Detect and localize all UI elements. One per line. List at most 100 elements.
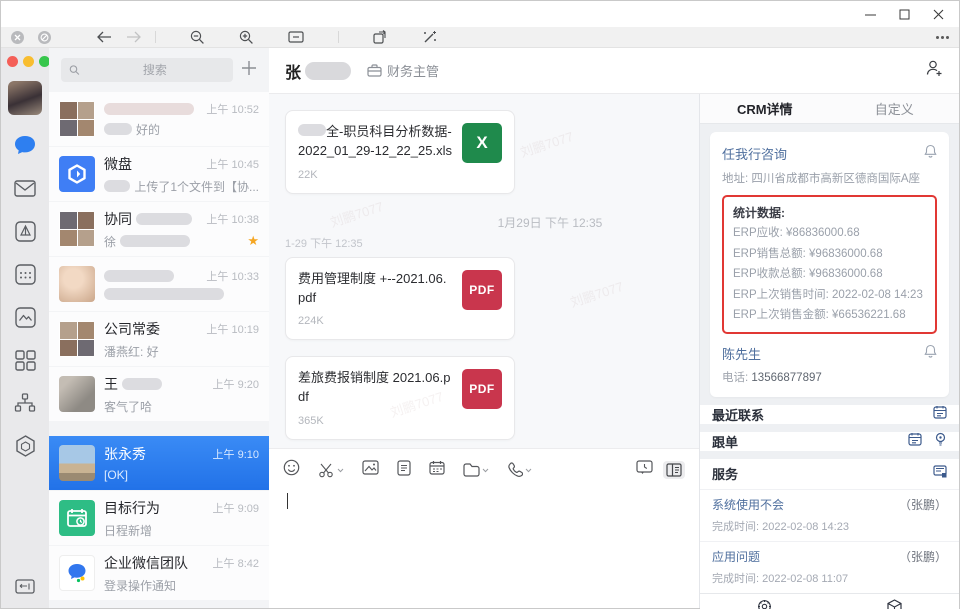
stats-highlight-box: 统计数据: ERP应收: ¥86836000.68 ERP销售总额: ¥9683…	[722, 195, 937, 334]
service-item[interactable]: 系统使用不会（张鹏） 完成时间: 2022-02-08 14:23	[700, 489, 959, 541]
chat-name: 王	[104, 374, 118, 394]
file-message-xls[interactable]: 全-职员科目分析数据-2022_01_29-12_22_25.xls 22K X	[285, 110, 515, 194]
calendar-note-icon[interactable]	[908, 432, 922, 451]
calendar-icon[interactable]	[429, 460, 445, 480]
company-link[interactable]: 任我行咨询	[722, 144, 787, 163]
my-avatar[interactable]	[8, 81, 42, 115]
file-size: 365K	[298, 415, 452, 427]
file-icon[interactable]	[397, 460, 411, 481]
redacted-filename-prefix	[298, 124, 326, 136]
chat-name: 张永秀	[104, 444, 146, 464]
fit-width-icon[interactable]	[288, 31, 304, 43]
add-chat-button[interactable]	[241, 60, 257, 81]
customer-card: 任我行咨询 地址: 四川省成都市高新区德商国际A座 统计数据: ERP应收: ¥…	[710, 132, 949, 397]
image-icon[interactable]	[362, 460, 379, 480]
block-icon[interactable]	[38, 31, 51, 44]
stat-line: ERP收款总额: ¥96836000.68	[733, 264, 926, 285]
chat-history-icon[interactable]	[636, 460, 653, 480]
pdf-file-icon: PDF	[462, 369, 502, 409]
idea-bulb-icon[interactable]	[934, 432, 947, 451]
forward-icon[interactable]	[126, 31, 141, 43]
left-rail	[1, 48, 49, 608]
chat-header: 张 财务主管	[269, 48, 959, 94]
keyboard-login-icon[interactable]	[13, 574, 37, 598]
docs-icon[interactable]	[13, 219, 37, 243]
close-viewer-icon[interactable]	[11, 31, 24, 44]
close-button[interactable]	[923, 4, 953, 24]
list-item[interactable]: 企业微信团队上午 8:42 登录操作通知	[49, 546, 269, 600]
emoji-icon[interactable]	[283, 459, 300, 481]
chat-icon[interactable]	[13, 133, 37, 157]
zoom-in-icon[interactable]	[239, 30, 254, 45]
list-item[interactable]: 微盘上午 10:45 上传了1个文件到【协...	[49, 147, 269, 201]
third-app-icon[interactable]	[13, 434, 37, 458]
file-date-label: 1-29 下午 12:35	[285, 235, 683, 251]
list-item[interactable]: 目标行为上午 9:09 日程新增	[49, 491, 269, 545]
section-service: 服务 系统使用不会（张鹏） 完成时间: 2022-02-08 14:23 应用问…	[700, 459, 959, 593]
rotate-icon[interactable]	[373, 30, 388, 44]
avatar	[59, 376, 95, 412]
list-item-selected[interactable]: 张永秀上午 9:10 [OK]	[49, 436, 269, 490]
search-icon	[69, 64, 80, 76]
contact-link[interactable]: 陈先生	[722, 344, 761, 363]
star-icon: ★	[247, 233, 259, 249]
mac-close-icon[interactable]	[7, 56, 18, 67]
magic-wand-icon[interactable]	[422, 30, 437, 45]
stat-line: ERP应收: ¥86836000.68	[733, 223, 926, 244]
bell-icon[interactable]	[924, 144, 937, 163]
more-button[interactable]	[936, 36, 949, 39]
list-item[interactable]: 上午 10:33	[49, 257, 269, 311]
schedule-icon[interactable]	[13, 262, 37, 286]
input-area	[269, 448, 699, 608]
chat-preview: 好的	[136, 121, 160, 138]
file-size: 22K	[298, 169, 452, 181]
mail-icon[interactable]	[13, 176, 37, 200]
drive-icon[interactable]	[13, 305, 37, 329]
redacted-preview	[104, 180, 130, 192]
service-monitor-icon[interactable]	[933, 465, 947, 483]
chat-name: 微盘	[104, 154, 132, 174]
job-title: 财务主管	[387, 61, 439, 80]
minimize-button[interactable]	[855, 4, 885, 24]
search-box[interactable]	[61, 58, 233, 82]
avatar	[59, 266, 95, 302]
section-follow-up[interactable]: 跟单	[700, 432, 959, 451]
calendar-note-icon[interactable]	[933, 405, 947, 424]
gear-icon	[757, 599, 772, 609]
chat-name: 企业微信团队	[104, 553, 188, 573]
stat-line: ERP上次销售时间: 2022-02-08 14:23	[733, 285, 926, 306]
contacts-org-icon[interactable]	[13, 391, 37, 415]
search-input[interactable]	[85, 63, 225, 77]
file-message-pdf[interactable]: 费用管理制度 +--2021.06.pdf 224K PDF	[285, 257, 515, 341]
pdf-file-icon: PDF	[462, 270, 502, 310]
screenshot-icon[interactable]	[318, 463, 344, 478]
tab-crm-details[interactable]: CRM详情	[700, 94, 830, 123]
person-add-icon	[925, 59, 943, 77]
chat-list: 上午 10:52 好的 微盘上午 10:45 上传了1个文件到【协... 协同上…	[49, 48, 269, 608]
workbench-icon[interactable]	[13, 348, 37, 372]
customer-products-button[interactable]: 客户产品	[830, 594, 960, 609]
bell-icon[interactable]	[924, 344, 937, 363]
maximize-button[interactable]	[889, 4, 919, 24]
service-header[interactable]: 服务	[700, 459, 959, 489]
tab-custom[interactable]: 自定义	[830, 94, 960, 123]
list-item[interactable]: 公司常委上午 10:19 潘燕红: 好	[49, 312, 269, 366]
zoom-out-icon[interactable]	[190, 30, 205, 45]
folder-icon[interactable]	[463, 463, 489, 477]
traffic-lights[interactable]	[1, 56, 50, 67]
call-icon[interactable]	[507, 462, 532, 478]
mac-minimize-icon[interactable]	[23, 56, 34, 67]
back-icon[interactable]	[97, 31, 112, 43]
list-item[interactable]: 王上午 9:20 客气了哈	[49, 367, 269, 421]
section-recent-contact[interactable]: 最近联系	[700, 405, 959, 424]
list-item[interactable]: 上午 10:52 好的	[49, 92, 269, 146]
chat-name: 公司常委	[104, 319, 160, 339]
add-member-button[interactable]	[925, 59, 943, 82]
transfer-to-customer-circle-button[interactable]: 转入客户圈	[700, 594, 830, 609]
chat-name: 协同	[104, 209, 132, 229]
side-panel-toggle-icon[interactable]	[663, 461, 685, 479]
service-item[interactable]: 应用问题（张鹏） 完成时间: 2022-02-08 11:07	[700, 541, 959, 593]
file-message-pdf[interactable]: 差旅费报销制度 2021.06.pdf 365K PDF	[285, 356, 515, 440]
list-item[interactable]: 协同上午 10:38 徐★	[49, 202, 269, 256]
message-input[interactable]	[283, 483, 685, 600]
